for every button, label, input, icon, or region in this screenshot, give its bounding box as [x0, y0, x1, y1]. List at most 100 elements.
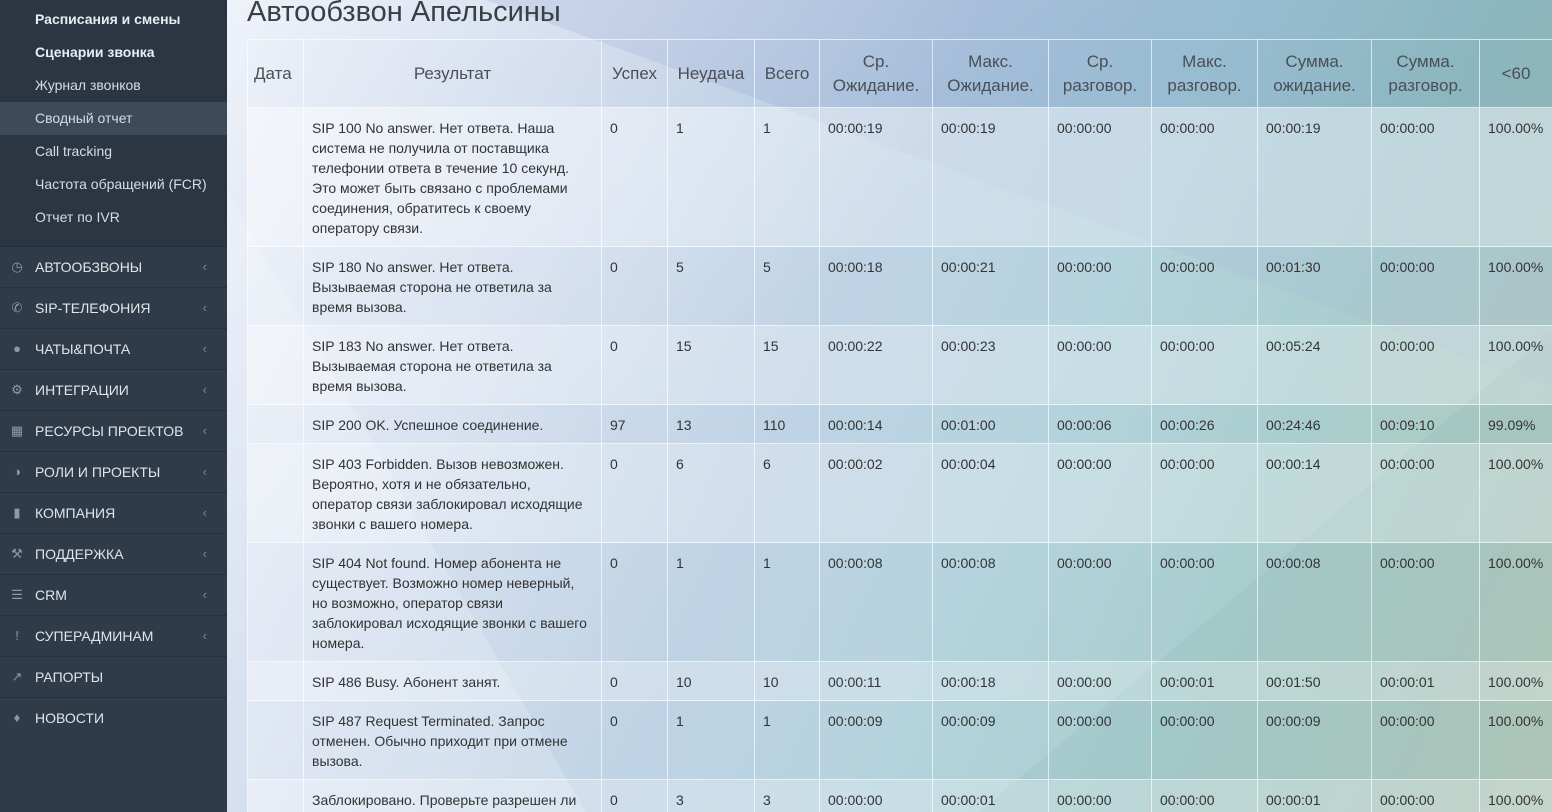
submenu-item-fcr[interactable]: Частота обращений (FCR) — [0, 168, 227, 201]
cell-avg-talk: 00:00:00 — [1048, 107, 1152, 247]
cell-sum-talk: 00:00:00 — [1371, 700, 1480, 780]
cell-result: Заблокировано. Проверьте разрешен ли пре… — [303, 779, 602, 812]
cell-sum-talk: 00:00:00 — [1371, 443, 1480, 543]
cell-max-talk: 00:00:00 — [1151, 107, 1258, 247]
nav-project-resources[interactable]: ▦ РЕСУРСЫ ПРОЕКТОВ ‹ — [0, 410, 227, 451]
column-header-max-wait[interactable]: Макс. Ожидание. — [932, 39, 1049, 108]
column-header-under-60[interactable]: <60 — [1479, 39, 1552, 108]
cell-under-60: 100.00% — [1479, 107, 1552, 247]
column-header-avg-talk[interactable]: Ср. разговор. — [1048, 39, 1152, 108]
column-header-total[interactable]: Всего — [754, 39, 820, 108]
cell-max-wait: 00:00:08 — [932, 542, 1049, 662]
bar-chart-icon: ▮ — [13, 505, 21, 520]
cell-failure: 10 — [667, 661, 755, 701]
cell-max-talk: 00:00:00 — [1151, 542, 1258, 662]
cell-max-talk: 00:00:00 — [1151, 443, 1258, 543]
column-header-failure[interactable]: Неудача — [667, 39, 755, 108]
nav-label: SIP-ТЕЛЕФОНИЯ — [35, 300, 151, 316]
nav-superadmins[interactable]: ! СУПЕРАДМИНАМ ‹ — [0, 615, 227, 656]
submenu-item-call-log[interactable]: Журнал звонков — [0, 69, 227, 102]
summary-report-table: Дата Результат Успех Неудача Всего Ср. О… — [247, 39, 1552, 812]
nav-chats-mail[interactable]: ● ЧАТЫ&ПОЧТА ‹ — [0, 328, 227, 369]
cell-sum-talk: 00:00:00 — [1371, 542, 1480, 662]
cell-sum-talk: 00:00:00 — [1371, 246, 1480, 326]
grid-icon: ▦ — [10, 423, 24, 438]
cell-max-wait: 00:00:18 — [932, 661, 1049, 701]
nav-label: CRM — [35, 587, 67, 603]
cell-total: 110 — [754, 404, 820, 444]
submenu-item-summary-report[interactable]: Сводный отчет — [0, 102, 227, 135]
nav-support[interactable]: ⚒ ПОДДЕРЖКА ‹ — [0, 533, 227, 574]
nav-integrations[interactable]: ⚙ ИНТЕГРАЦИИ ‹ — [0, 369, 227, 410]
cell-max-talk: 00:00:00 — [1151, 246, 1258, 326]
cell-failure: 1 — [667, 700, 755, 780]
chevron-left-icon: ‹ — [202, 464, 207, 479]
cell-failure: 1 — [667, 107, 755, 247]
cell-under-60: 100.00% — [1479, 700, 1552, 780]
nav-crm[interactable]: ☰ CRM ‹ — [0, 574, 227, 615]
nav-sip-telephony[interactable]: ✆ SIP-ТЕЛЕФОНИЯ ‹ — [0, 287, 227, 328]
column-header-success[interactable]: Успех — [601, 39, 668, 108]
main-content: Автообзвон Апельсины Дата Результат Успе… — [227, 0, 1552, 812]
nav-roles-projects[interactable]: ◑ РОЛИ И ПРОЕКТЫ ‹ — [0, 451, 227, 492]
submenu-item-call-tracking[interactable]: Call tracking — [0, 135, 227, 168]
table-header-row: Дата Результат Успех Неудача Всего Ср. О… — [247, 39, 1552, 108]
chevron-left-icon: ‹ — [202, 259, 207, 274]
cell-sum-talk: 00:00:00 — [1371, 779, 1480, 812]
nav-company[interactable]: ▮ КОМПАНИЯ ‹ — [0, 492, 227, 533]
nav-autodial[interactable]: ◷ АВТООБЗВОНЫ ‹ — [0, 246, 227, 287]
nav-label: ПОДДЕРЖКА — [35, 546, 124, 562]
cell-avg-talk: 00:00:00 — [1048, 325, 1152, 405]
cell-result: SIP 403 Forbidden. Вызов невозможен. Вер… — [303, 443, 602, 543]
submenu-item-schedules[interactable]: Расписания и смены — [0, 3, 227, 36]
cell-avg-wait: 00:00:09 — [819, 700, 933, 780]
cell-avg-talk: 00:00:00 — [1048, 246, 1152, 326]
cell-date — [247, 661, 304, 701]
column-header-date[interactable]: Дата — [247, 39, 304, 108]
submenu-item-call-scenarios[interactable]: Сценарии звонка — [0, 36, 227, 69]
chevron-left-icon: ‹ — [202, 628, 207, 643]
column-header-avg-wait[interactable]: Ср. Ожидание. — [819, 39, 933, 108]
cell-avg-wait: 00:00:02 — [819, 443, 933, 543]
gears-icon: ⚙ — [11, 382, 23, 397]
nav-news[interactable]: ♦ НОВОСТИ — [0, 697, 227, 738]
chevron-left-icon: ‹ — [202, 382, 207, 397]
cell-date — [247, 325, 304, 405]
cell-avg-wait: 00:00:19 — [819, 107, 933, 247]
cell-avg-wait: 00:00:14 — [819, 404, 933, 444]
cell-avg-talk: 00:00:06 — [1048, 404, 1152, 444]
cell-under-60: 99.09% — [1479, 404, 1552, 444]
column-header-result[interactable]: Результат — [303, 39, 602, 108]
nav-reports[interactable]: ↗ РАПОРТЫ — [0, 656, 227, 697]
cell-result: SIP 100 No answer. Нет ответа. Наша сист… — [303, 107, 602, 247]
cell-max-talk: 00:00:01 — [1151, 661, 1258, 701]
column-header-sum-wait[interactable]: Сумма. ожидание. — [1257, 39, 1372, 108]
cell-result: SIP 404 Not found. Номер абонента не сущ… — [303, 542, 602, 662]
cell-max-wait: 00:00:19 — [932, 107, 1049, 247]
table-row: SIP 487 Request Terminated. Запрос отмен… — [247, 700, 1552, 780]
submenu-reports: Расписания и смены Сценарии звонка Журна… — [0, 0, 227, 246]
cell-max-wait: 00:01:00 — [932, 404, 1049, 444]
cell-total: 5 — [754, 246, 820, 326]
cell-max-talk: 00:00:00 — [1151, 700, 1258, 780]
cell-max-wait: 00:00:04 — [932, 443, 1049, 543]
cell-sum-wait: 00:00:08 — [1257, 542, 1372, 662]
phone-icon: ✆ — [11, 300, 23, 315]
column-header-max-talk[interactable]: Макс. разговор. — [1151, 39, 1258, 108]
cell-max-wait: 00:00:23 — [932, 325, 1049, 405]
sidebar: Расписания и смены Сценарии звонка Журна… — [0, 0, 227, 812]
cell-date — [247, 107, 304, 247]
cell-avg-wait: 00:00:22 — [819, 325, 933, 405]
nav-label: ЧАТЫ&ПОЧТА — [35, 341, 131, 357]
cell-under-60: 100.00% — [1479, 443, 1552, 543]
cell-result: SIP 486 Busy. Абонент занят. — [303, 661, 602, 701]
table-row: SIP 404 Not found. Номер абонента не сущ… — [247, 542, 1552, 662]
cell-under-60: 100.00% — [1479, 542, 1552, 662]
cell-avg-wait: 00:00:18 — [819, 246, 933, 326]
cell-avg-wait: 00:00:11 — [819, 661, 933, 701]
cell-success: 0 — [601, 779, 668, 812]
cell-success: 0 — [601, 661, 668, 701]
exclamation-icon: ! — [15, 628, 19, 643]
column-header-sum-talk[interactable]: Сумма. разговор. — [1371, 39, 1480, 108]
submenu-item-ivr-report[interactable]: Отчет по IVR — [0, 201, 227, 234]
